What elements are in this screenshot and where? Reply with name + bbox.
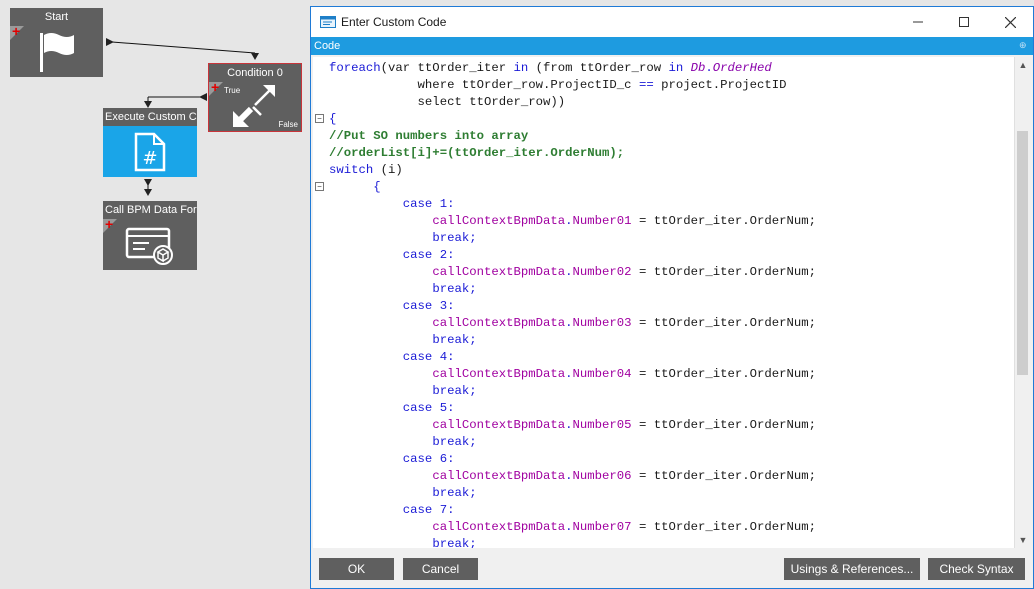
assign-line: callContextBpmData.Number06 = ttOrder_it… bbox=[432, 469, 817, 483]
code-line-3: select ttOrder_row)) bbox=[329, 95, 566, 109]
execute-node-title: Execute Custom Co bbox=[105, 111, 197, 123]
start-node[interactable]: Start + bbox=[10, 8, 103, 77]
code-line-1: foreach(var ttOrder_iter in (from ttOrde… bbox=[329, 61, 772, 75]
cancel-button[interactable]: Cancel bbox=[403, 558, 478, 580]
minimize-icon bbox=[913, 21, 923, 23]
ok-button[interactable]: OK bbox=[319, 558, 394, 580]
data-form-icon bbox=[125, 227, 173, 265]
scroll-up-icon[interactable]: ▲ bbox=[1015, 57, 1031, 73]
break-line: break; bbox=[432, 231, 477, 245]
code-window-icon bbox=[320, 16, 336, 28]
case-line: case 4: bbox=[402, 350, 455, 364]
dialog-title: Enter Custom Code bbox=[341, 15, 447, 29]
case-line: case 1: bbox=[402, 197, 455, 211]
vertical-scrollbar[interactable]: ▲ ▼ bbox=[1014, 57, 1031, 548]
code-text[interactable]: foreach(var ttOrder_iter in (from ttOrde… bbox=[329, 60, 816, 548]
enter-custom-code-dialog: Enter Custom Code Code ⊕ − − foreach(var… bbox=[310, 6, 1034, 589]
case-line: case 5: bbox=[402, 401, 455, 415]
fold-toggle-icon[interactable]: − bbox=[315, 114, 324, 123]
break-line: break; bbox=[432, 333, 477, 347]
callbpm-node-title: Call BPM Data Forr bbox=[105, 204, 197, 216]
break-line: break; bbox=[432, 384, 477, 398]
minimize-button[interactable] bbox=[895, 7, 941, 37]
break-line: break; bbox=[432, 435, 477, 449]
fold-toggle-icon[interactable]: − bbox=[315, 182, 324, 191]
start-node-title: Start bbox=[44, 11, 69, 23]
code-line-8: { bbox=[329, 180, 381, 194]
break-line: break; bbox=[432, 486, 477, 500]
assign-line: callContextBpmData.Number05 = ttOrder_it… bbox=[432, 418, 817, 432]
code-file-hash-icon: # bbox=[134, 132, 166, 171]
break-line: break; bbox=[432, 282, 477, 296]
assign-line: callContextBpmData.Number02 = ttOrder_it… bbox=[432, 265, 817, 279]
code-editor[interactable]: − − foreach(var ttOrder_iter in (from tt… bbox=[313, 57, 1031, 548]
pin-icon[interactable]: ⊕ bbox=[1019, 41, 1027, 50]
usings-references-button[interactable]: Usings & References... bbox=[784, 558, 920, 580]
code-comment-1: //Put SO numbers into array bbox=[329, 129, 529, 143]
close-icon bbox=[1004, 16, 1016, 28]
code-tab-bar: Code ⊕ bbox=[311, 37, 1033, 55]
code-line-7: switch (i) bbox=[329, 163, 403, 177]
close-button[interactable] bbox=[987, 7, 1033, 37]
execute-custom-code-node[interactable]: Execute Custom Co + # bbox=[103, 108, 197, 177]
scrollbar-thumb[interactable] bbox=[1017, 131, 1028, 375]
break-line: break; bbox=[432, 537, 477, 548]
title-bar[interactable]: Enter Custom Code bbox=[311, 7, 1033, 37]
editor-gutter: − − bbox=[313, 57, 327, 548]
condition-node-title: Condition 0 bbox=[227, 67, 283, 79]
flag-icon bbox=[39, 32, 74, 72]
tab-code[interactable]: Code bbox=[314, 40, 340, 52]
condition-arrows-icon bbox=[232, 84, 275, 127]
assign-line: callContextBpmData.Number03 = ttOrder_it… bbox=[432, 316, 817, 330]
assign-line: callContextBpmData.Number01 = ttOrder_it… bbox=[432, 214, 817, 228]
case-line: case 7: bbox=[402, 503, 455, 517]
check-syntax-button[interactable]: Check Syntax bbox=[928, 558, 1025, 580]
scroll-down-icon[interactable]: ▼ bbox=[1015, 532, 1031, 548]
assign-line: callContextBpmData.Number04 = ttOrder_it… bbox=[432, 367, 817, 381]
case-line: case 3: bbox=[402, 299, 455, 313]
call-bpm-data-form-node[interactable]: Call BPM Data Forr + bbox=[103, 201, 197, 270]
code-line-4: { bbox=[329, 112, 337, 126]
case-line: case 2: bbox=[402, 248, 455, 262]
assign-line: callContextBpmData.Number07 = ttOrder_it… bbox=[432, 520, 817, 534]
code-comment-2: //orderList[i]+=(ttOrder_iter.OrderNum); bbox=[329, 146, 625, 160]
code-line-2: where ttOrder_row.ProjectID_c == project… bbox=[329, 78, 787, 92]
maximize-icon bbox=[959, 17, 969, 27]
maximize-button[interactable] bbox=[941, 7, 987, 37]
svg-text:#: # bbox=[142, 148, 157, 169]
case-line: case 6: bbox=[402, 452, 455, 466]
condition-node[interactable]: Condition 0 + True False bbox=[208, 63, 302, 132]
dialog-footer: OK Cancel Usings & References... Check S… bbox=[311, 550, 1033, 588]
